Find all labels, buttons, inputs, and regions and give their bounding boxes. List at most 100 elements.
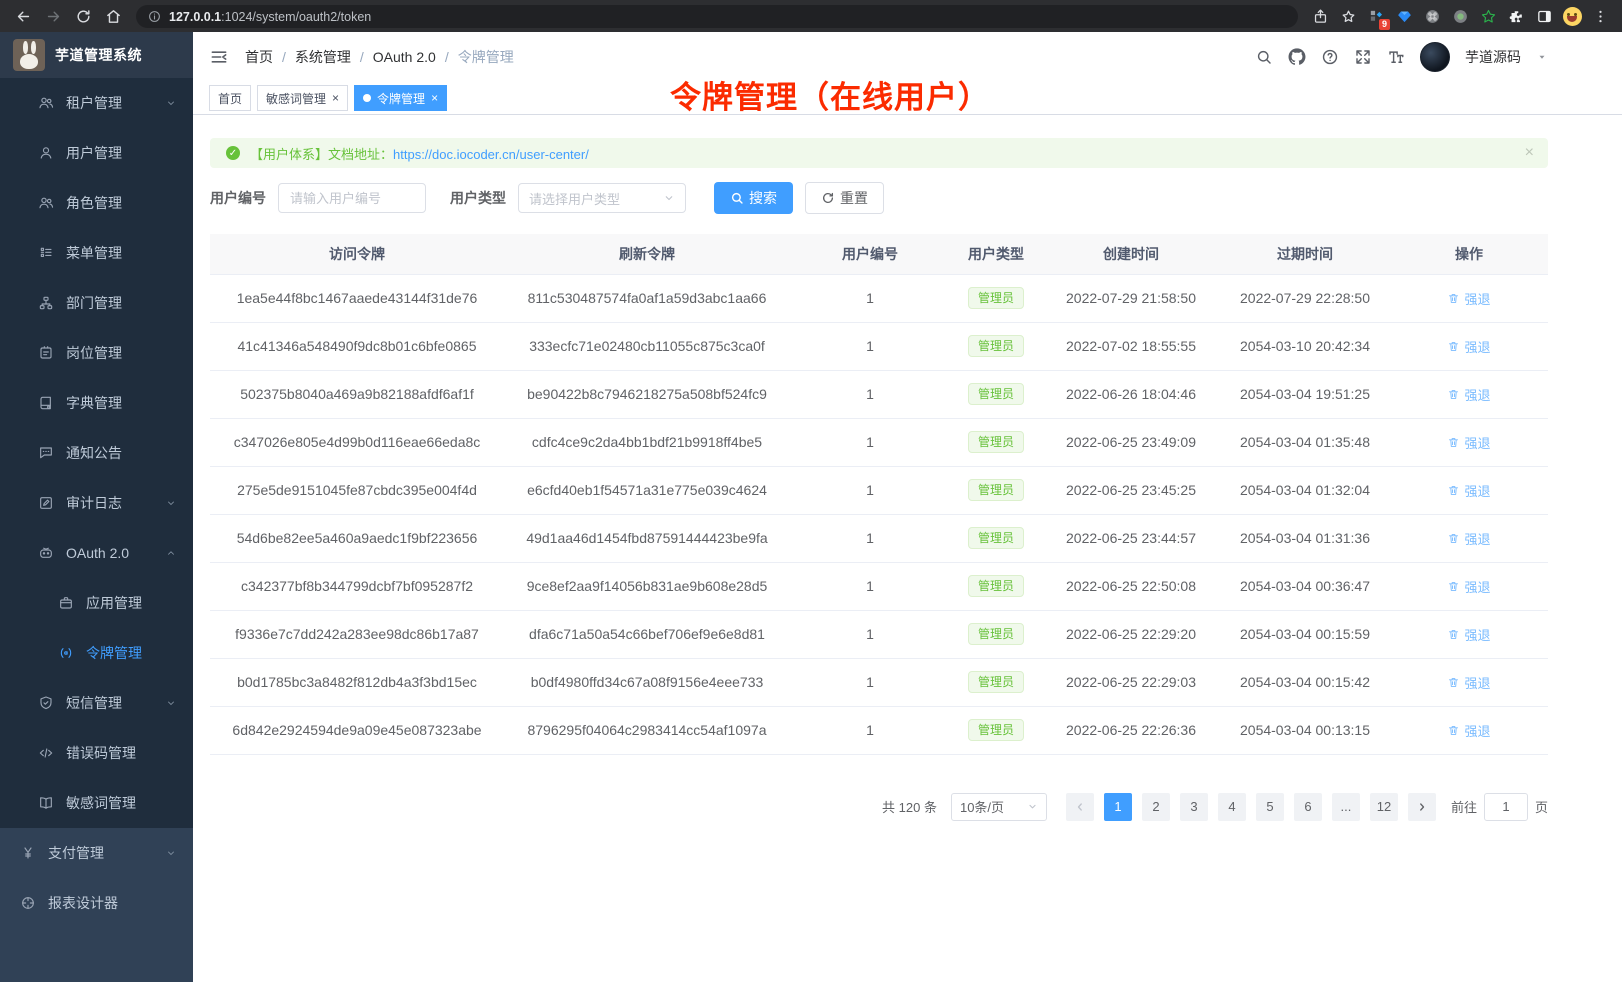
page-number-button[interactable]: 3 xyxy=(1180,793,1208,821)
force-logout-button[interactable]: 强退 xyxy=(1447,481,1490,500)
table-row: 275e5de9151045fe87cbdc395e004f4de6cfd40e… xyxy=(210,466,1548,514)
page-number-button[interactable]: 1 xyxy=(1104,793,1132,821)
sidebar-item-oauth2[interactable]: OAuth 2.0 xyxy=(0,528,193,578)
view-tab[interactable]: 敏感词管理× xyxy=(257,85,348,111)
goto-page-input[interactable] xyxy=(1484,793,1528,821)
app-logo[interactable]: 芋道管理系统 xyxy=(0,32,193,78)
browser-home-icon[interactable] xyxy=(98,2,128,30)
action-cell: 强退 xyxy=(1390,418,1548,466)
sidebar-item-user[interactable]: 用户管理 xyxy=(0,128,193,178)
page-number-button[interactable]: 6 xyxy=(1294,793,1322,821)
access-token-cell: 1ea5e44f8bc1467aaede43144f31de76 xyxy=(210,274,504,322)
user-type-cell: 管理员 xyxy=(950,514,1042,562)
force-logout-button[interactable]: 强退 xyxy=(1447,625,1490,644)
breadcrumb-item[interactable]: OAuth 2.0 xyxy=(373,49,436,65)
help-icon[interactable] xyxy=(1321,48,1339,66)
table-row: 54d6be82ee5a460a9aedc1f9bf22365649d1aa46… xyxy=(210,514,1548,562)
browser-back-icon[interactable] xyxy=(8,2,38,30)
search-button[interactable]: 搜索 xyxy=(714,182,793,214)
view-tab[interactable]: 令牌管理× xyxy=(354,85,447,111)
fullscreen-icon[interactable] xyxy=(1354,48,1372,66)
force-logout-button[interactable]: 强退 xyxy=(1447,289,1490,308)
font-size-icon[interactable] xyxy=(1387,48,1405,66)
breadcrumb-item[interactable]: 首页 xyxy=(245,47,273,67)
next-page-button[interactable] xyxy=(1408,793,1436,821)
sidebar-item-oauth2-app[interactable]: 应用管理 xyxy=(0,578,193,628)
page-size-select[interactable]: 10条/页 xyxy=(951,793,1047,821)
force-logout-button[interactable]: 强退 xyxy=(1447,433,1490,452)
sidebar-item-sensitive-word[interactable]: 敏感词管理 xyxy=(0,778,193,828)
sidebar-item-post[interactable]: 岗位管理 xyxy=(0,328,193,378)
force-logout-button[interactable]: 强退 xyxy=(1447,385,1490,404)
github-icon[interactable] xyxy=(1288,48,1306,66)
breadcrumb-item[interactable]: 系统管理 xyxy=(295,47,351,67)
search-icon[interactable] xyxy=(1255,48,1273,66)
sidebar-item-audit-log[interactable]: 审计日志 xyxy=(0,478,193,528)
sidebar-item-tenant[interactable]: 租户管理 xyxy=(0,78,193,128)
bookmark-star-icon[interactable] xyxy=(1334,2,1362,30)
sidebar-item-menu[interactable]: 菜单管理 xyxy=(0,228,193,278)
side-panel-icon[interactable] xyxy=(1530,2,1558,30)
force-logout-button[interactable]: 强退 xyxy=(1447,529,1490,548)
force-logout-button[interactable]: 强退 xyxy=(1447,673,1490,692)
caret-down-icon[interactable] xyxy=(1536,51,1548,63)
reset-button[interactable]: 重置 xyxy=(805,182,884,214)
sidebar-item-error-code[interactable]: 错误码管理 xyxy=(0,728,193,778)
sidebar-item-oauth2-token[interactable]: 令牌管理 xyxy=(0,628,193,678)
doc-link[interactable]: https://doc.iocoder.cn/user-center/ xyxy=(393,147,589,162)
sidebar-item-pay[interactable]: 支付管理 xyxy=(0,828,193,878)
tab-close-icon[interactable]: × xyxy=(332,92,339,104)
pagination: 共 120 条 10条/页 123456...12 前往 页 xyxy=(210,793,1548,821)
sidebar-item-label: 敏感词管理 xyxy=(66,793,136,813)
sidebar-item-report-designer[interactable]: 报表设计器 xyxy=(0,878,193,928)
sidebar-item-dict[interactable]: 字典管理 xyxy=(0,378,193,428)
extension-badge: 9 xyxy=(1379,19,1390,30)
force-logout-button[interactable]: 强退 xyxy=(1447,721,1490,740)
extension-grid-icon[interactable]: 9 xyxy=(1362,2,1390,30)
gem-icon[interactable] xyxy=(1390,2,1418,30)
trash-icon xyxy=(1447,484,1460,497)
page-number-button[interactable]: 2 xyxy=(1142,793,1170,821)
view-tab[interactable]: 首页 xyxy=(209,85,251,111)
column-header: 过期时间 xyxy=(1220,234,1390,274)
refresh-token-cell: 49d1aa46d1454fbd87591444423be9fa xyxy=(504,514,790,562)
force-logout-label: 强退 xyxy=(1464,673,1490,692)
browser-reload-icon[interactable] xyxy=(68,2,98,30)
address-bar[interactable]: 127.0.0.1:1024/system/oauth2/token xyxy=(136,5,1298,28)
green-star-icon[interactable] xyxy=(1474,2,1502,30)
site-info-icon[interactable] xyxy=(148,10,161,23)
prev-page-button[interactable] xyxy=(1066,793,1094,821)
tab-label: 首页 xyxy=(218,90,242,107)
force-logout-button[interactable]: 强退 xyxy=(1447,337,1490,356)
collapse-sidebar-icon[interactable] xyxy=(209,47,229,67)
user-avatar[interactable] xyxy=(1420,42,1450,72)
create-time-cell: 2022-06-25 22:29:03 xyxy=(1042,658,1220,706)
column-header: 创建时间 xyxy=(1042,234,1220,274)
sidebar-item-role[interactable]: 角色管理 xyxy=(0,178,193,228)
force-logout-button[interactable]: 强退 xyxy=(1447,577,1490,596)
user-type-badge: 管理员 xyxy=(968,431,1024,453)
page-number-button[interactable]: 12 xyxy=(1370,793,1398,821)
sidebar-item-notice[interactable]: 通知公告 xyxy=(0,428,193,478)
table-body: 1ea5e44f8bc1467aaede43144f31de76811c5304… xyxy=(210,274,1548,754)
command-circle-icon[interactable] xyxy=(1418,2,1446,30)
browser-menu-icon[interactable] xyxy=(1586,2,1614,30)
sidebar-item-dept[interactable]: 部门管理 xyxy=(0,278,193,328)
share-icon[interactable] xyxy=(1306,2,1334,30)
tab-close-icon[interactable]: × xyxy=(431,92,438,104)
page-number-button[interactable]: 5 xyxy=(1256,793,1284,821)
more-pages-button[interactable]: ... xyxy=(1332,793,1360,821)
page-number-button[interactable]: 4 xyxy=(1218,793,1246,821)
sidebar-item-sms[interactable]: 短信管理 xyxy=(0,678,193,728)
user-id-input[interactable] xyxy=(278,183,426,213)
record-circle-icon[interactable] xyxy=(1446,2,1474,30)
alert-close-icon[interactable]: × xyxy=(1525,144,1534,162)
browser-forward-icon[interactable] xyxy=(38,2,68,30)
url-host: 127.0.0.1 xyxy=(169,10,221,24)
user-type-select[interactable]: 请选择用户类型 xyxy=(518,183,686,213)
puzzle-icon[interactable] xyxy=(1502,2,1530,30)
user-name[interactable]: 芋道源码 xyxy=(1465,47,1521,67)
breadcrumb-item: 令牌管理 xyxy=(458,47,514,67)
profile-avatar-icon[interactable] xyxy=(1558,2,1586,30)
expire-time-cell: 2054-03-04 00:13:15 xyxy=(1220,706,1390,754)
